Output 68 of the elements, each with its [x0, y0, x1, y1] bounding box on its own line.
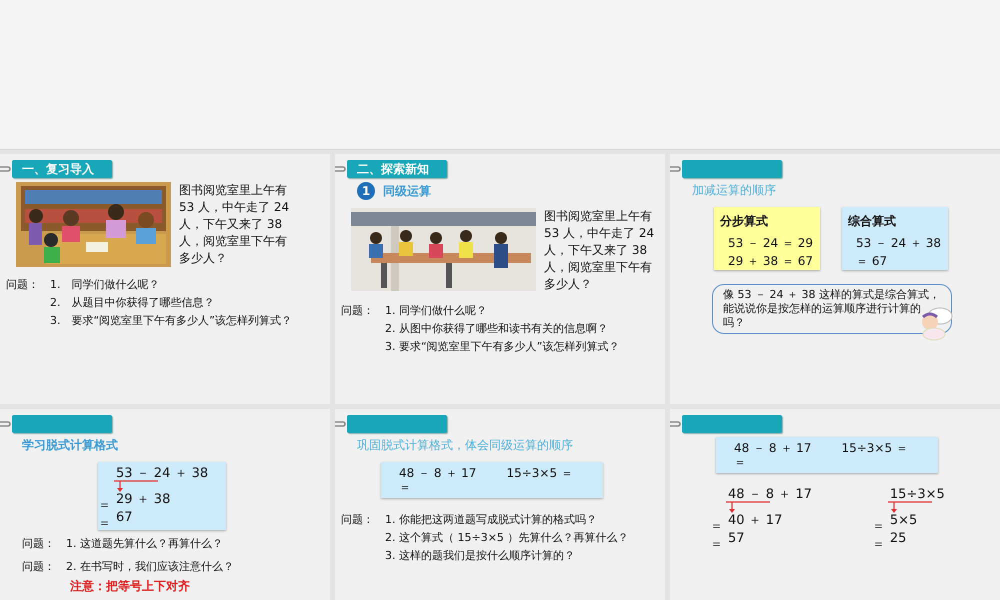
clip-icon	[0, 164, 12, 174]
slide-thumbnail[interactable]: 加减运算的顺序 分步算式 53 － 24 ＝ 29 29 ＋ 38 ＝ 67 综合算式 53 － 24 ＋ 38 ＝ 67 像 53 － 24 ＋ 38 这样的算式是综合算式，能说说你是按怎样的运算顺序进行计算的吗？	[670, 154, 1000, 404]
card-title: 综合算式	[848, 213, 897, 230]
equals-sign: ＝	[710, 519, 724, 535]
question-label: 问题 :	[341, 512, 372, 527]
question-text: 2. 从题目中你获得了哪些信息？	[50, 295, 214, 310]
formula-text: 40 ＋ 17	[728, 513, 782, 529]
formula-text: 15÷3×5 ＝	[841, 441, 908, 455]
section-banner: 一、复习导入	[12, 160, 112, 178]
question-text: 1. 同学们做什么呢？	[50, 277, 160, 292]
number-badge: 1	[357, 182, 375, 200]
underline-arrow	[888, 501, 932, 513]
slide-thumbnail[interactable]: 学习脱式计算格式 53 － 24 ＋ 38 ＝ 29 ＋ 38 ＝ 67 问题： 1. 这道题先算什么？再算什么？ 问题： 2. 在书写时，我们应该注意什么？ 注意：把等号上下对齐	[0, 409, 330, 600]
slide-thumbnail[interactable]: 二、探索新知 1 同级运算 图书阅览室里上午有 53 人，中午走了 24 人，下午又来了 38 人，阅览室里下午有多少人？ 问题： 1. 同学们做什么呢？ 2. 从图中你获得了哪些和读书有关的信息啊？ 3. 要求“阅览室里下午有多少人”该怎样列算式？	[335, 154, 665, 404]
equals-sign: ＝	[98, 498, 112, 514]
formula-text: 5×5	[890, 513, 918, 529]
clip-icon	[670, 419, 682, 429]
equals-sign: ＝	[399, 480, 412, 494]
formula-text: 25	[890, 531, 906, 547]
question-label: 问题：	[341, 303, 375, 318]
question-text: 3. 要求“阅览室里下午有多少人”该怎样列算式？	[50, 313, 292, 328]
question-text: 1. 同学们做什么呢？	[385, 303, 487, 318]
formula-text: 53 － 24 ＋ 38	[116, 466, 208, 481]
slide-subtitle: 同级运算	[383, 182, 431, 200]
formula-text: 48 － 8 ＋ 17	[728, 487, 812, 502]
clip-icon	[335, 164, 347, 174]
slide-subtitle: 加减运算的顺序	[692, 182, 776, 199]
formula-text: 15÷3×5	[890, 487, 945, 502]
speech-bubble: 像 53 － 24 ＋ 38 这样的算式是综合算式，能说说你是按怎样的运算顺序进行计算的吗？	[712, 284, 952, 334]
equals-sign: ＝	[98, 516, 112, 532]
slide-thumbnail[interactable]: 巩固脱式计算格式，体会同级运算的顺序 48 － 8 ＋ 17 ＝ 15÷3×5 ＝ 问题 : 1. 你能把这两道题写成脱式计算的格式吗？ 2. 这个算式（ 15÷3×5 ）先算什么？再算什么？ 3. 这样的题我们是按什么顺序计算的？	[335, 409, 665, 600]
formula-text: 15÷3×5 ＝	[506, 466, 573, 480]
formula-text: 57	[728, 531, 745, 547]
card-title: 分步算式	[720, 213, 769, 230]
question-text: 2. 从图中你获得了哪些和读书有关的信息啊？	[385, 321, 608, 336]
question-label: 问题：	[6, 277, 40, 292]
equals-sign: ＝	[710, 537, 724, 553]
clip-icon	[670, 164, 682, 174]
equals-sign: ＝	[872, 537, 886, 553]
formula-text: 48 － 8 ＋ 17	[734, 441, 812, 455]
equals-sign: ＝	[872, 519, 886, 535]
formula-text: 53 － 24 ＝ 29	[727, 235, 814, 252]
formula-text: 48 － 8 ＋ 17	[399, 466, 476, 480]
question-text: 2. 这个算式（ 15÷3×5 ）先算什么？再算什么？	[385, 530, 628, 545]
question-text: 1. 这道题先算什么？再算什么？	[66, 536, 223, 551]
note-text: 注意：把等号上下对齐	[69, 578, 191, 595]
underline-arrow	[114, 480, 158, 492]
question-text: 1. 你能把这两道题写成脱式计算的格式吗？	[385, 512, 597, 527]
question-label: 问题：	[22, 536, 56, 551]
formula-text: 67	[116, 510, 133, 526]
formula-text: 53 － 24 ＋ 38 ＝ 67	[855, 235, 942, 270]
slide-thumbnail[interactable]: 一、复习导入 图书阅览室里上午有 53 人，中午走了 24 人，下午又来了 38 人，阅览室里下午有多少人？ 问题： 1. 同学们做什么呢？ 2. 从题目中你获得了哪些信息？ 3. 要求“阅览室里下午有多少人”该怎样列算式？	[0, 154, 330, 404]
clip-icon	[0, 419, 12, 429]
clip-icon	[335, 419, 347, 429]
equals-sign: ＝	[734, 455, 747, 469]
story-text: 图书阅览室里上午有 53 人，中午走了 24 人，下午又来了 38 人，阅览室里下午有多少人？	[179, 182, 290, 267]
slide-subtitle: 学习脱式计算格式	[22, 437, 118, 454]
question-text: 2. 在书写时，我们应该注意什么？	[66, 559, 234, 574]
section-banner: 二、探索新知	[347, 160, 447, 178]
underline-arrow	[726, 501, 770, 513]
formula-text: 29 ＋ 38	[116, 492, 170, 508]
story-text: 图书阅览室里上午有 53 人，中午走了 24 人，下午又来了 38 人，阅览室里下午有多少人？	[544, 208, 656, 293]
question-label: 问题：	[22, 559, 56, 574]
question-text: 3. 要求“阅览室里下午有多少人”该怎样列算式？	[385, 339, 620, 354]
question-text: 3. 这样的题我们是按什么顺序计算的？	[385, 548, 575, 563]
slide-subtitle: 巩固脱式计算格式，体会同级运算的顺序	[357, 437, 573, 454]
formula-text: 29 ＋ 38 ＝ 67	[727, 253, 814, 270]
slide-thumbnail[interactable]: 48 － 8 ＋ 17 ＝ 15÷3×5 ＝ 48 － 8 ＋ 17 ＝ 40 ＋ 17 ＝ 57 15÷3×5 ＝ 5×5 ＝ 25	[670, 409, 1000, 600]
